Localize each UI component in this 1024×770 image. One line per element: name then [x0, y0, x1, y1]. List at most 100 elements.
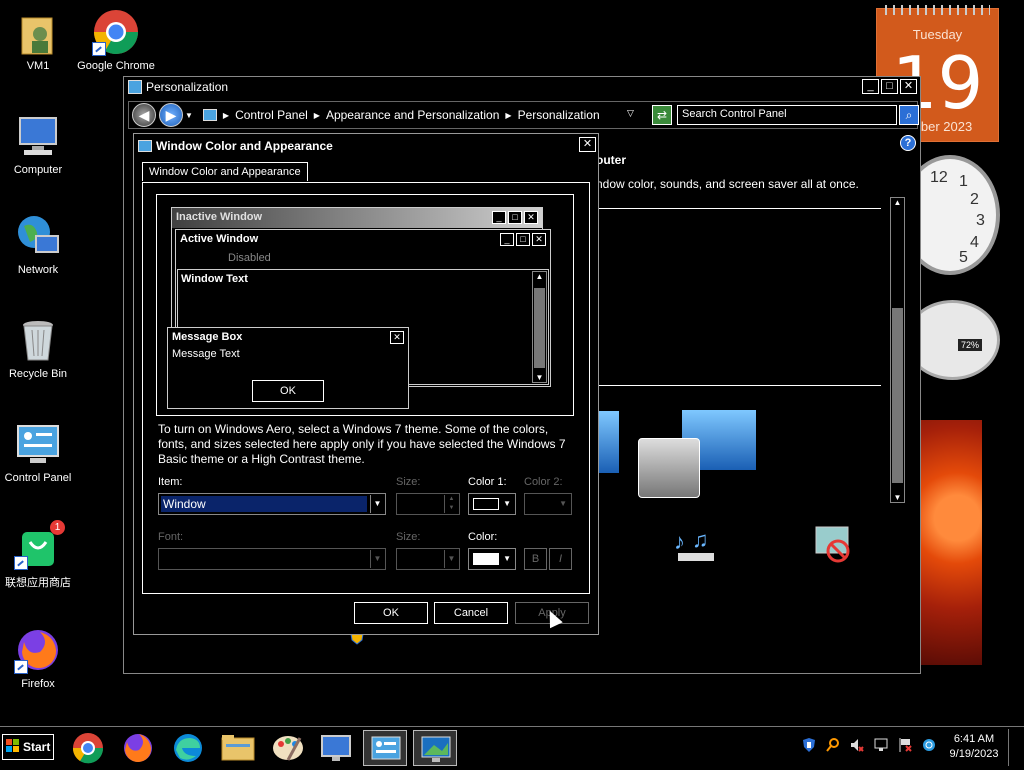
- preview-window-text: Window Text: [181, 273, 248, 285]
- font-size-label: Size:: [396, 531, 421, 543]
- color1-picker[interactable]: ▼: [468, 493, 516, 515]
- theme-thumbnail[interactable]: [599, 411, 619, 473]
- search-tray-icon[interactable]: [826, 737, 840, 753]
- taskbar-edge-icon[interactable]: [166, 730, 210, 766]
- desktop-icon-control-panel[interactable]: Control Panel: [0, 420, 78, 484]
- back-arrow-icon[interactable]: ◀: [132, 103, 156, 127]
- taskbar-paint-icon[interactable]: [266, 730, 310, 766]
- minimize-button[interactable]: _: [862, 79, 879, 94]
- theme-thumbnail[interactable]: [638, 410, 757, 498]
- tab-window-color-appearance[interactable]: Window Color and Appearance: [142, 162, 308, 181]
- font-color-label: Color:: [468, 531, 498, 543]
- chevron-down-icon: ▼: [370, 550, 384, 568]
- desktop-icon-computer[interactable]: Computer: [0, 112, 78, 176]
- color2-picker[interactable]: ▼: [524, 493, 572, 515]
- calendar-rings: [885, 5, 990, 15]
- item-select[interactable]: Window ▼: [158, 493, 386, 515]
- recent-pages-chevron-icon[interactable]: ▼: [185, 111, 193, 120]
- desktop-icon-firefox[interactable]: Firefox: [0, 626, 78, 690]
- italic-button[interactable]: I: [549, 548, 572, 570]
- clock-numeral: 1: [959, 173, 968, 190]
- recycle-bin-icon: [14, 316, 62, 364]
- scroll-down-arrow-icon[interactable]: ▼: [891, 493, 904, 502]
- sounds-music-notes-icon[interactable]: ♪ ♫: [674, 525, 720, 565]
- start-button[interactable]: Start: [2, 734, 54, 760]
- chevron-down-icon: ▼: [370, 495, 384, 513]
- network-tray-icon[interactable]: [874, 737, 888, 753]
- dialog-window-icon: [138, 140, 152, 152]
- calendar-weekday: Tuesday: [912, 27, 963, 42]
- window-color-dialog[interactable]: Window Color and Appearance ✕ Window Col…: [133, 133, 599, 635]
- item-size-stepper[interactable]: ▲ ▼: [396, 493, 460, 515]
- font-size-select[interactable]: ▼: [396, 548, 460, 570]
- notification-badge: 1: [50, 520, 65, 535]
- breadcrumb-control-panel[interactable]: Control Panel: [235, 108, 308, 122]
- desktop-icon-network[interactable]: Network: [0, 212, 78, 276]
- taskbar-personalization-icon[interactable]: [413, 730, 457, 766]
- slideshow-gadget[interactable]: [920, 420, 982, 665]
- volume-muted-icon[interactable]: [850, 737, 864, 753]
- preview-inactive-title: Inactive Window: [172, 208, 542, 228]
- breadcrumb-appearance[interactable]: Appearance and Personalization: [326, 108, 499, 122]
- dialog-title: Window Color and Appearance: [156, 139, 333, 153]
- taskbar-control-panel-icon[interactable]: [363, 730, 407, 766]
- dialog-close-button[interactable]: ✕: [579, 137, 596, 152]
- taskbar-firefox-icon[interactable]: [116, 730, 160, 766]
- breadcrumb-personalization[interactable]: Personalization: [518, 108, 600, 122]
- preview-message-box[interactable]: Message Box ✕ Message Text OK: [167, 327, 409, 409]
- forward-arrow-icon[interactable]: ▶: [159, 103, 183, 127]
- scrollbar-thumb[interactable]: [892, 308, 903, 483]
- window-icon: [128, 80, 142, 94]
- close-button[interactable]: ✕: [900, 79, 917, 94]
- svg-text:♫: ♫: [692, 527, 709, 552]
- help-icon[interactable]: ?: [900, 135, 916, 151]
- firefox-icon: [14, 626, 62, 674]
- show-desktop-button[interactable]: [1008, 729, 1022, 766]
- system-clock[interactable]: 6:41 AM 9/19/2023: [946, 732, 1002, 762]
- scroll-up-arrow-icon[interactable]: ▲: [891, 198, 904, 207]
- sync-tray-icon[interactable]: [922, 737, 936, 753]
- close-icon: ✕: [390, 331, 404, 344]
- font-color-picker[interactable]: ▼: [468, 548, 516, 570]
- breadcrumb-separator-icon[interactable]: ▶: [223, 111, 229, 120]
- breadcrumb-separator-icon[interactable]: ▶: [505, 111, 511, 120]
- desktop-icon-chrome[interactable]: Google Chrome: [76, 8, 156, 72]
- taskbar-remote-desktop-icon[interactable]: [314, 730, 358, 766]
- desktop-icon-label: Recycle Bin: [8, 368, 68, 380]
- maximize-button[interactable]: □: [881, 79, 898, 94]
- desktop-icon-recycle-bin[interactable]: Recycle Bin: [0, 316, 78, 380]
- refresh-icon[interactable]: ⇄: [652, 105, 672, 125]
- desktop-icon-label: Firefox: [21, 678, 55, 690]
- themes-scrollbar[interactable]: ▲ ▼: [890, 197, 905, 503]
- dialog-titlebar[interactable]: Window Color and Appearance: [134, 134, 598, 154]
- chevron-down-icon: ▼: [444, 550, 458, 568]
- desktop-icon-vm1[interactable]: VM1: [0, 8, 78, 72]
- cancel-button[interactable]: Cancel: [434, 602, 508, 624]
- font-select[interactable]: ▼: [158, 548, 386, 570]
- maximize-icon: □: [516, 233, 530, 246]
- address-dropdown-chevron-icon[interactable]: ▽: [627, 108, 634, 119]
- ok-button[interactable]: OK: [354, 602, 428, 624]
- appearance-preview[interactable]: Inactive Window _ □ ✕ Active Window _ □ ✕ Di…: [156, 194, 574, 416]
- dialog-tabs: Window Color and Appearance: [142, 162, 308, 181]
- background-subtext: ndow color, sounds, and screen saver all…: [596, 177, 859, 191]
- screen-saver-none-icon[interactable]: [812, 525, 858, 569]
- desktop-icon-app-store[interactable]: 1 联想应用商店: [0, 520, 78, 590]
- clock-numeral: 2: [970, 191, 979, 208]
- breadcrumb-separator-icon[interactable]: ▶: [314, 111, 320, 120]
- desktop-icon-label: 联想应用商店: [5, 577, 71, 589]
- scroll-up-arrow-icon: ▲: [535, 272, 544, 281]
- windows-logo-icon: [6, 738, 20, 756]
- search-icon[interactable]: ⌕: [899, 105, 919, 125]
- control-panel-icon: [14, 420, 62, 468]
- security-shield-icon[interactable]: [802, 737, 816, 753]
- font-color-swatch: [473, 553, 499, 565]
- window-titlebar[interactable]: Personalization: [124, 77, 920, 97]
- search-input[interactable]: Search Control Panel: [677, 105, 897, 125]
- action-center-flag-icon[interactable]: [898, 737, 912, 753]
- taskbar-file-explorer-icon[interactable]: [216, 730, 260, 766]
- bold-button[interactable]: B: [524, 548, 547, 570]
- item-label: Item:: [158, 476, 183, 488]
- taskbar-chrome-icon[interactable]: [66, 730, 110, 766]
- minimize-icon: _: [492, 211, 506, 224]
